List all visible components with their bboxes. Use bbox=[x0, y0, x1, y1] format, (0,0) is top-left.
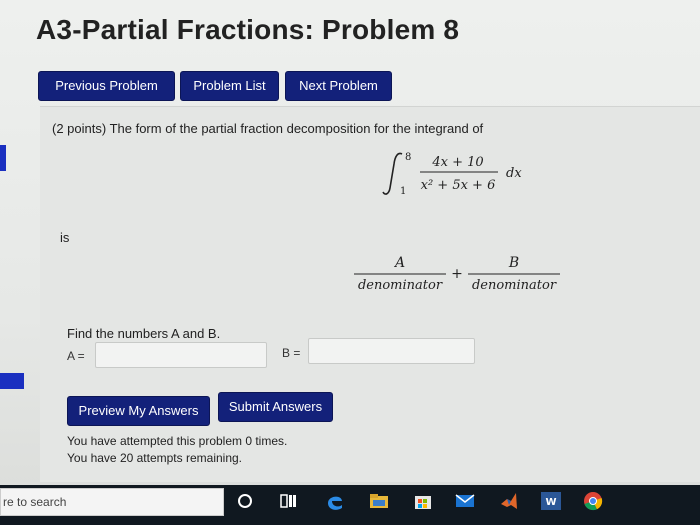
integrand-denominator: x² + 5x + 6 bbox=[421, 178, 496, 193]
term1-numerator: A bbox=[393, 255, 405, 271]
edge-icon[interactable] bbox=[324, 490, 346, 512]
a-label: A = bbox=[67, 349, 85, 363]
integral-lower-limit: 1 bbox=[400, 186, 406, 197]
term1-denominator: denominator bbox=[358, 278, 443, 293]
term2-denominator: denominator bbox=[472, 278, 557, 293]
problem-list-button[interactable]: Problem List bbox=[180, 71, 279, 101]
cortana-circle-icon[interactable] bbox=[234, 490, 256, 512]
page-title: A3-Partial Fractions: Problem 8 bbox=[36, 14, 460, 45]
b-answer-input[interactable] bbox=[308, 338, 475, 364]
b-label: B = bbox=[282, 346, 301, 360]
chrome-icon[interactable] bbox=[582, 490, 604, 512]
previous-problem-button[interactable]: Previous Problem bbox=[38, 71, 175, 101]
taskbar-search-box[interactable]: re to search bbox=[0, 488, 224, 516]
file-explorer-icon[interactable] bbox=[368, 490, 390, 512]
a-answer-input[interactable] bbox=[95, 342, 267, 368]
store-icon[interactable] bbox=[412, 490, 434, 512]
attempts-remaining-text: You have 20 attempts remaining. bbox=[67, 451, 243, 465]
find-instruction: Find the numbers A and B. bbox=[67, 326, 221, 341]
problem-prompt: (2 points) The form of the partial fract… bbox=[52, 121, 484, 136]
matlab-icon[interactable] bbox=[498, 490, 520, 512]
submit-answers-button[interactable]: Submit Answers bbox=[218, 392, 333, 422]
next-problem-button[interactable]: Next Problem bbox=[285, 71, 392, 101]
is-label: is bbox=[60, 230, 70, 245]
differential: dx bbox=[506, 166, 522, 181]
svg-text:W: W bbox=[545, 497, 556, 508]
decomposition-expression: A denominator + B denominator bbox=[354, 255, 560, 293]
preview-answers-button[interactable]: Preview My Answers bbox=[67, 396, 210, 426]
mail-icon[interactable] bbox=[454, 490, 476, 512]
task-view-icon[interactable] bbox=[278, 490, 300, 512]
integrand-numerator: 4x + 10 bbox=[431, 155, 483, 170]
term2-numerator: B bbox=[508, 255, 519, 271]
left-edge-tab-2 bbox=[0, 373, 24, 389]
integral-upper-limit: 8 bbox=[405, 152, 411, 163]
integral-expression: 8 1 4x + 10 x² + 5x + 6 dx bbox=[382, 152, 522, 197]
attempts-count-text: You have attempted this problem 0 times. bbox=[67, 434, 288, 448]
word-icon[interactable]: W bbox=[540, 490, 562, 512]
left-edge-tab bbox=[0, 145, 6, 171]
plus-sign: + bbox=[451, 266, 463, 282]
